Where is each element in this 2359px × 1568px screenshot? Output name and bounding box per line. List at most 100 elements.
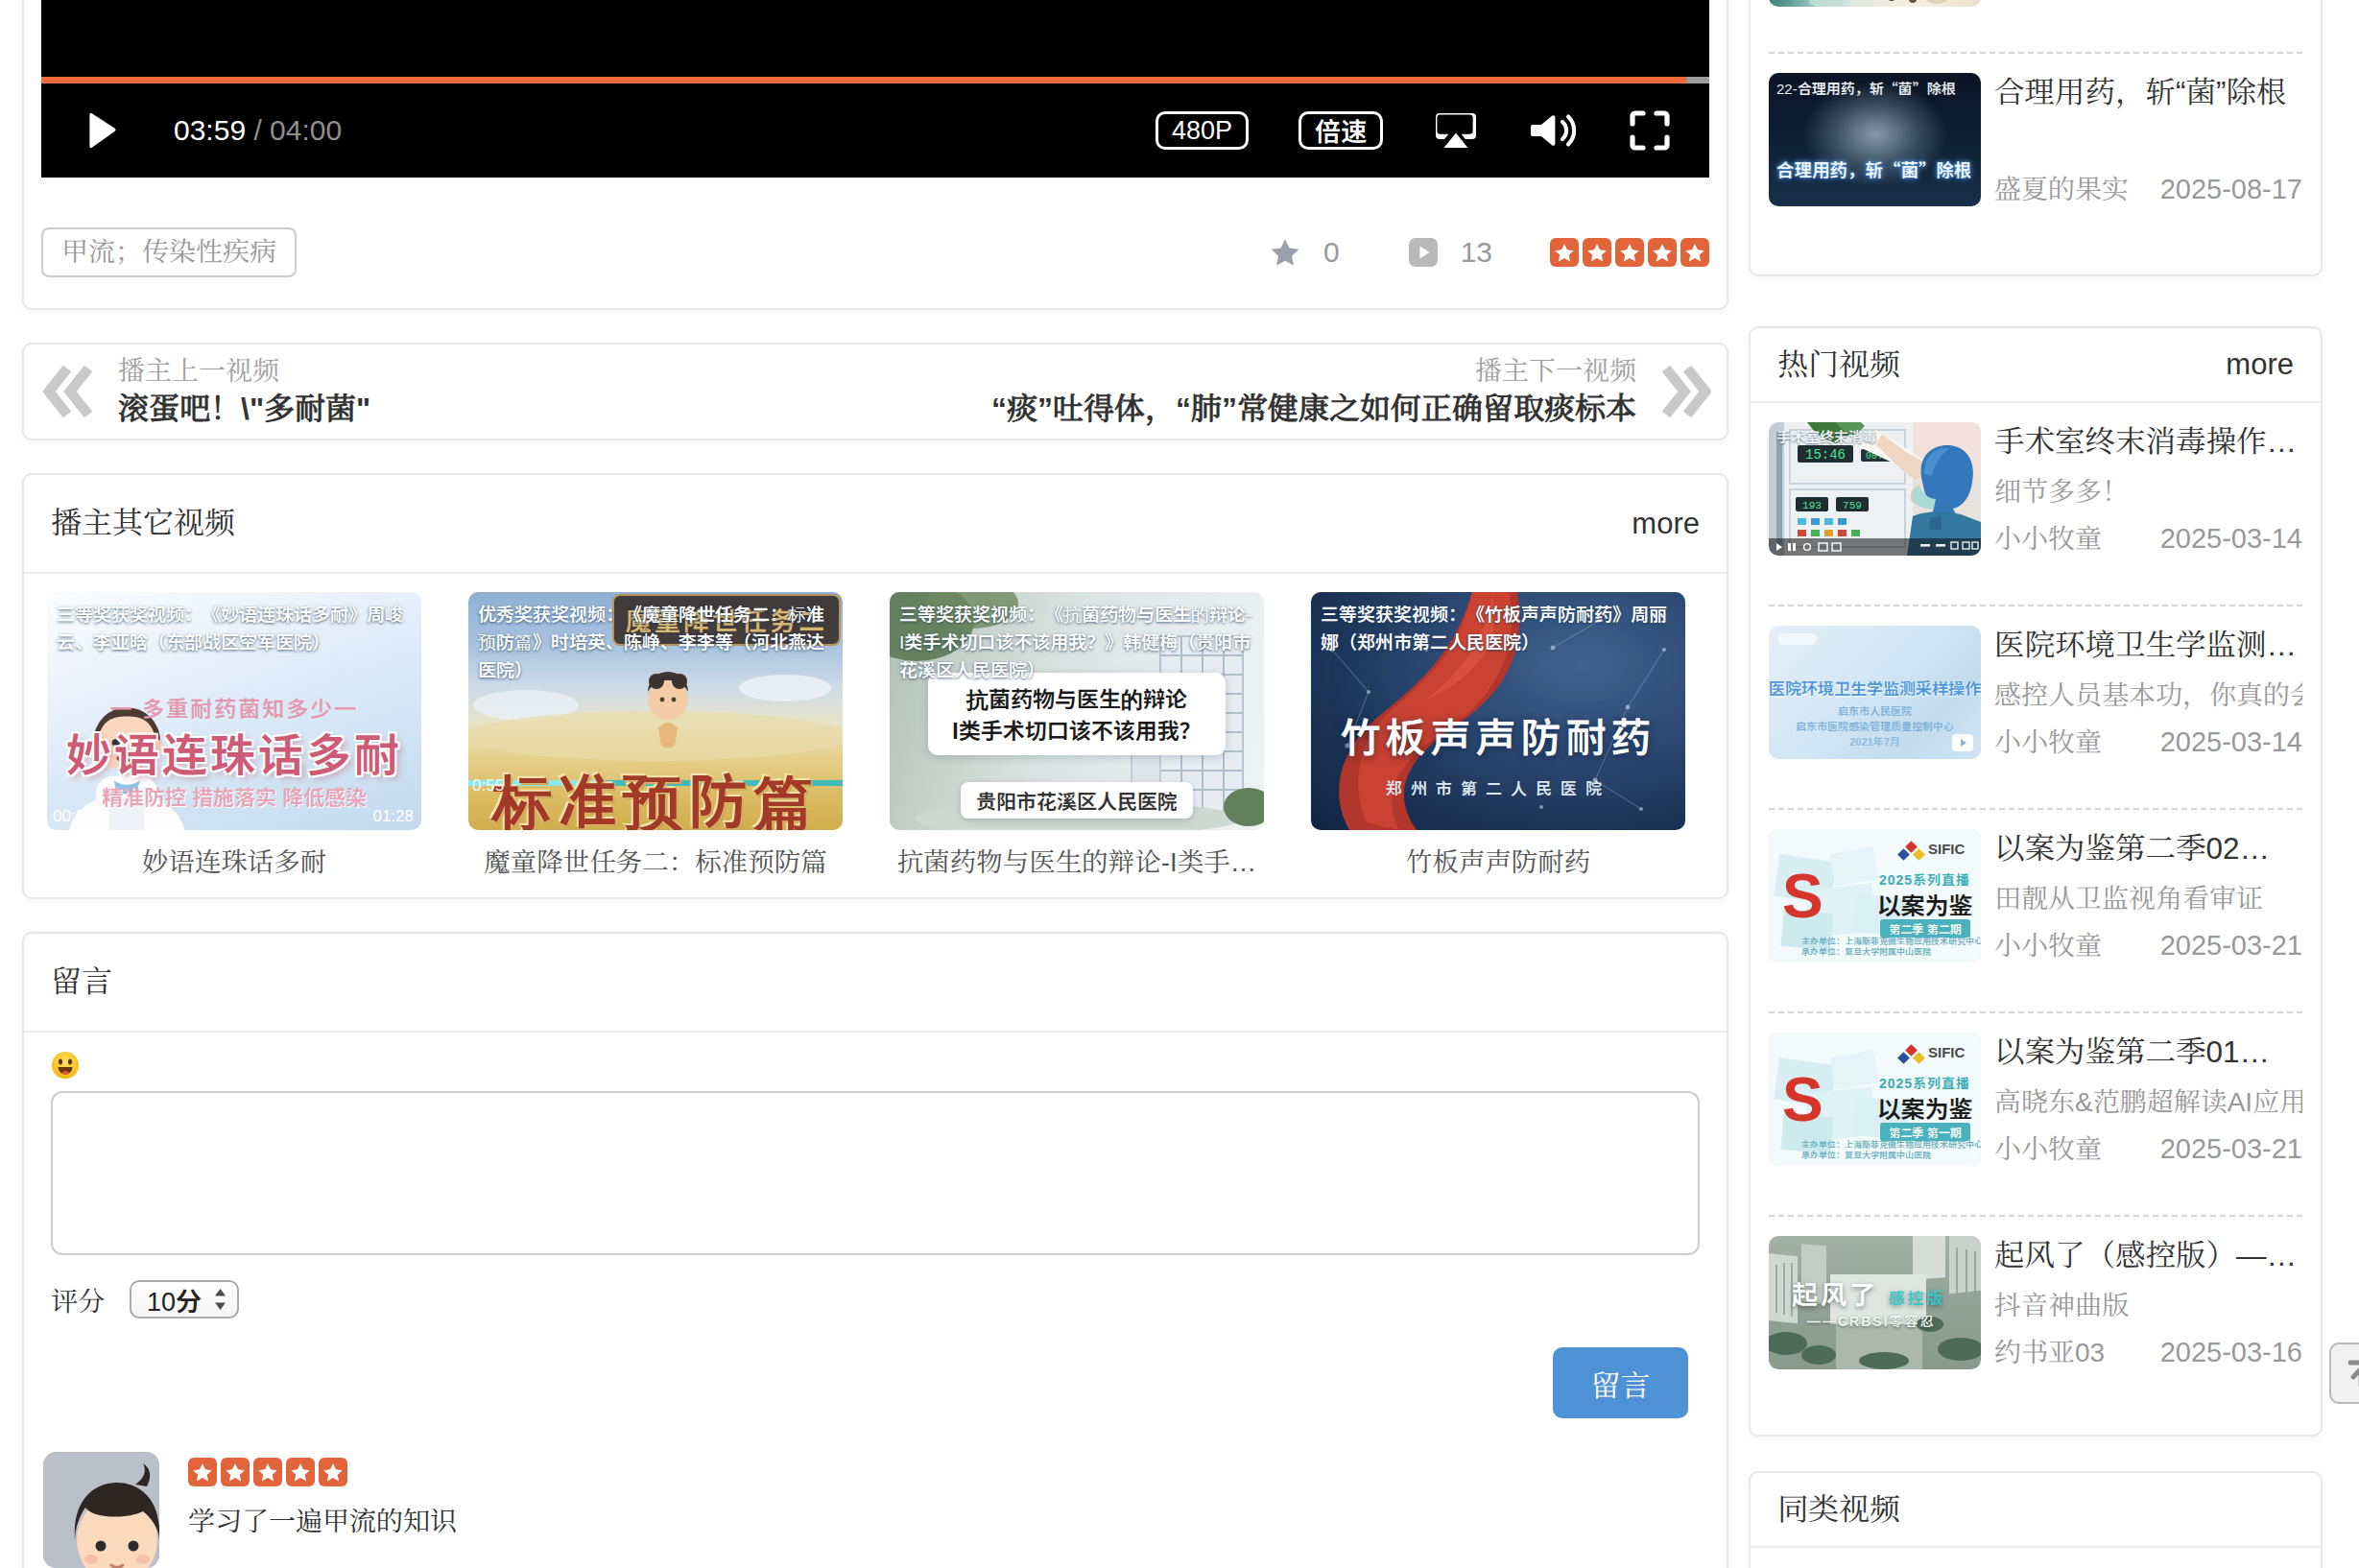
favorite-star-icon[interactable] bbox=[1270, 238, 1300, 268]
video-info: 医院环境卫生学监测… 感控人员基本功，你真的会采 小小牧童 2025-03-14 bbox=[1994, 626, 2302, 759]
svg-text:15:46: 15:46 bbox=[1805, 447, 1846, 463]
list-item[interactable] bbox=[1769, 0, 2302, 54]
video-thumbnail[interactable]: 三等奖获奖视频：《抗菌药物与医生的辩论-I类手术切口该不该用我？》韩健梅（贵阳市… bbox=[890, 592, 1264, 830]
video-author[interactable]: 盛夏的果实 bbox=[1994, 168, 2129, 206]
thumb-scene bbox=[1769, 0, 1981, 7]
video-title[interactable]: 以案为鉴第二季01… bbox=[1994, 1033, 2302, 1071]
prev-video-link[interactable]: 播主上一视频 滚蛋吧！\"多耐菌" bbox=[43, 354, 370, 429]
play-icon[interactable] bbox=[83, 110, 120, 151]
video-thumbnail[interactable]: S SIFIC 2025系列直播 以案为鉴 第二季 第一期 主办单位：上海斯菲克… bbox=[1769, 1033, 1981, 1166]
video-date: 2025-03-21 bbox=[2160, 1133, 2302, 1165]
progress-bar[interactable] bbox=[41, 77, 1709, 83]
list-item[interactable]: S SIFIC 2025系列直播 以案为鉴 第二季 第二期 主办单位：上海斯菲克… bbox=[1769, 810, 2302, 1013]
video-meta: 小小牧童 2025-03-21 bbox=[1994, 1128, 2302, 1166]
submit-comment-button[interactable]: 留言 bbox=[1553, 1347, 1688, 1418]
chevron-left-icon bbox=[43, 365, 93, 418]
video-info: 起风了（感控版）—… 抖音神曲版 约书亚03 2025-03-16 bbox=[1994, 1236, 2302, 1369]
video-card-item[interactable]: 三等奖获奖视频：《妙语连珠话多耐》周峻云、李亚晗（东部战区空军医院） 一 多重耐… bbox=[47, 592, 421, 882]
video-subtitle: 田靓从卫监视角看审证 bbox=[1994, 883, 2302, 915]
video-author[interactable]: 小小牧童 bbox=[1994, 721, 2102, 759]
svg-text:193: 193 bbox=[1802, 500, 1822, 511]
video-title[interactable]: 医院环境卫生学监测… bbox=[1994, 626, 2302, 664]
star-icon bbox=[188, 1458, 217, 1486]
thumb-subtitle: ——CRBSI零容忍 bbox=[1807, 1311, 1936, 1330]
video-thumbnail[interactable]: 医院环境卫生学监测采样操作 启东市人民医院 启东市医院感染管理质量控制中心 20… bbox=[1769, 626, 1981, 759]
video-thumbnail[interactable]: 三等奖获奖视频：《妙语连珠话多耐》周峻云、李亚晗（东部战区空军医院） 一 多重耐… bbox=[47, 592, 421, 830]
video-caption[interactable]: 抗菌药物与医生的辩论-I类手… bbox=[890, 843, 1264, 882]
rating-select[interactable]: 10分 bbox=[130, 1280, 239, 1319]
video-author[interactable]: 约书亚03 bbox=[1994, 1331, 2105, 1369]
star-icon bbox=[221, 1458, 250, 1486]
uploader-videos-title: 播主其它视频 bbox=[51, 475, 235, 572]
video-thumbnail[interactable]: S SIFIC 2025系列直播 以案为鉴 第二季 第二期 主办单位：上海斯菲克… bbox=[1769, 829, 1981, 962]
list-item[interactable]: 22-合理用药，斩“菌”除根 合理用药，斩“菌”除根 合理用药，斩“菌”除根 盛… bbox=[1769, 54, 2302, 255]
rating-stars[interactable] bbox=[1550, 238, 1709, 267]
prev-next-card: 播主上一视频 滚蛋吧！\"多耐菌" 播主下一视频 “痰”吐得体，“肺”常健康之如… bbox=[22, 343, 1728, 440]
play-count-icon bbox=[1409, 238, 1438, 267]
boy-avatar-icon bbox=[43, 1452, 159, 1568]
star-icon bbox=[1615, 238, 1644, 267]
video-card-item[interactable]: 三等奖获奖视频：《竹板声声防耐药》周丽娜（郑州市第二人民医院） 竹板声声防耐药 … bbox=[1311, 592, 1685, 882]
list-item[interactable]: S SIFIC 2025系列直播 以案为鉴 第二季 第一期 主办单位：上海斯菲克… bbox=[1769, 1013, 2302, 1217]
emoji-picker-button[interactable] bbox=[51, 1051, 80, 1080]
back-to-top-button[interactable] bbox=[2329, 1342, 2359, 1404]
video-thumbnail[interactable]: 22-合理用药，斩“菌”除根 合理用药，斩“菌”除根 bbox=[1769, 73, 1981, 206]
svg-text:S: S bbox=[1782, 1065, 1823, 1134]
video-date: 2025-08-17 bbox=[2160, 174, 2302, 205]
thumb-decor bbox=[1778, 633, 1817, 645]
video-title[interactable]: 起风了（感控版）—… bbox=[1994, 1236, 2302, 1274]
video-author[interactable]: 小小牧童 bbox=[1994, 517, 2102, 556]
video-author[interactable]: 小小牧童 bbox=[1994, 924, 2102, 962]
next-video-link[interactable]: 播主下一视频 “痰”吐得体，“肺”常健康之如何正确留取痰标本 bbox=[991, 354, 1711, 429]
star-glyph bbox=[225, 1462, 246, 1483]
video-card-item[interactable]: 魔童降世任务二 优秀奖获奖视频：《魔童降世任务二：标准 bbox=[468, 592, 843, 882]
video-thumbnail[interactable]: 三等奖获奖视频：《竹板声声防耐药》周丽娜（郑州市第二人民医院） 竹板声声防耐药 … bbox=[1311, 592, 1685, 830]
video-caption[interactable]: 魔童降世任务二：标准预防篇 bbox=[468, 843, 843, 882]
thumb-series: 2025系列直播 bbox=[1869, 1073, 1981, 1092]
video-title[interactable]: 手术室终末消毒操作… bbox=[1994, 422, 2302, 461]
video-tag[interactable]: 甲流；传染性疾病 bbox=[41, 227, 297, 277]
video-title[interactable]: 以案为鉴第二季02… bbox=[1994, 829, 2302, 867]
thumb-line3: 2021年7月 bbox=[1769, 733, 1981, 748]
list-item[interactable]: 起风了 感控版 ——CRBSI零容忍 起风了（感控版）—… 抖音神曲版 约书亚0… bbox=[1769, 1217, 2302, 1417]
hot-videos-title: 热门视频 bbox=[1777, 328, 1900, 401]
star-icon bbox=[1550, 238, 1579, 267]
list-item[interactable]: 医院环境卫生学监测采样操作 启东市人民医院 启东市医院感染管理质量控制中心 20… bbox=[1769, 606, 2302, 810]
video-player[interactable]: 03:59 / 04:00 480P 倍速 bbox=[41, 0, 1709, 178]
recommend-card: 22-合理用药，斩“菌”除根 合理用药，斩“菌”除根 合理用药，斩“菌”除根 盛… bbox=[1749, 0, 2323, 276]
current-time: 03:59 bbox=[174, 114, 246, 146]
play-badge-icon bbox=[1952, 734, 1973, 751]
video-thumbnail[interactable]: 魔童降世任务二 优秀奖获奖视频：《魔童降世任务二：标准 bbox=[468, 592, 843, 830]
hot-videos-more-link[interactable]: more bbox=[2226, 328, 2294, 401]
prev-video-title: 滚蛋吧！\"多耐菌" bbox=[118, 389, 370, 429]
video-thumbnail[interactable]: 15:46 00:00 193 759 bbox=[1769, 422, 1981, 556]
hot-videos-list: 15:46 00:00 193 759 bbox=[1751, 403, 2321, 1417]
comment-input[interactable] bbox=[51, 1091, 1700, 1255]
video-card-item[interactable]: 三等奖获奖视频：《抗菌药物与医生的辩论-I类手术切口该不该用我？》韩健梅（贵阳市… bbox=[890, 592, 1264, 882]
star-icon bbox=[1680, 238, 1709, 267]
star-icon bbox=[1648, 238, 1677, 267]
airplay-icon[interactable] bbox=[1433, 109, 1479, 152]
volume-icon[interactable] bbox=[1529, 109, 1579, 152]
uploader-videos-more-link[interactable]: more bbox=[1632, 475, 1700, 572]
list-item[interactable]: 15:46 00:00 193 759 bbox=[1769, 403, 2302, 606]
video-thumbnail[interactable]: 起风了 感控版 ——CRBSI零容忍 bbox=[1769, 1236, 1981, 1369]
video-info-card: 03:59 / 04:00 480P 倍速 甲流；传染性疾病 0 13 bbox=[22, 0, 1728, 310]
video-author[interactable]: 小小牧童 bbox=[1994, 1128, 2102, 1166]
star-glyph bbox=[1684, 243, 1705, 263]
comments-body: 评分 10分 留言 bbox=[24, 1033, 1727, 1568]
comments-title: 留言 bbox=[51, 934, 112, 1031]
fullscreen-icon[interactable] bbox=[1629, 109, 1671, 152]
related-videos-title: 同类视频 bbox=[1777, 1473, 1900, 1546]
video-subtitle: 抖音神曲版 bbox=[1994, 1290, 2302, 1322]
quality-button[interactable]: 480P bbox=[1156, 111, 1249, 150]
video-caption[interactable]: 竹板声声防耐药 bbox=[1311, 843, 1685, 882]
speed-button[interactable]: 倍速 bbox=[1299, 111, 1383, 150]
video-title[interactable]: 合理用药，斩“菌”除根 bbox=[1994, 73, 2302, 111]
star-icon bbox=[319, 1458, 347, 1486]
sidebar: 22-合理用药，斩“菌”除根 合理用药，斩“菌”除根 合理用药，斩“菌”除根 盛… bbox=[1749, 0, 2323, 1568]
video-caption[interactable]: 妙语连珠话多耐 bbox=[47, 843, 421, 882]
thumb-bottom-text: 郑州市第二人民医院 bbox=[1311, 775, 1685, 799]
video-thumbnail[interactable] bbox=[1769, 0, 1981, 7]
thumb-title: 起风了 感控版 bbox=[1792, 1274, 1946, 1312]
